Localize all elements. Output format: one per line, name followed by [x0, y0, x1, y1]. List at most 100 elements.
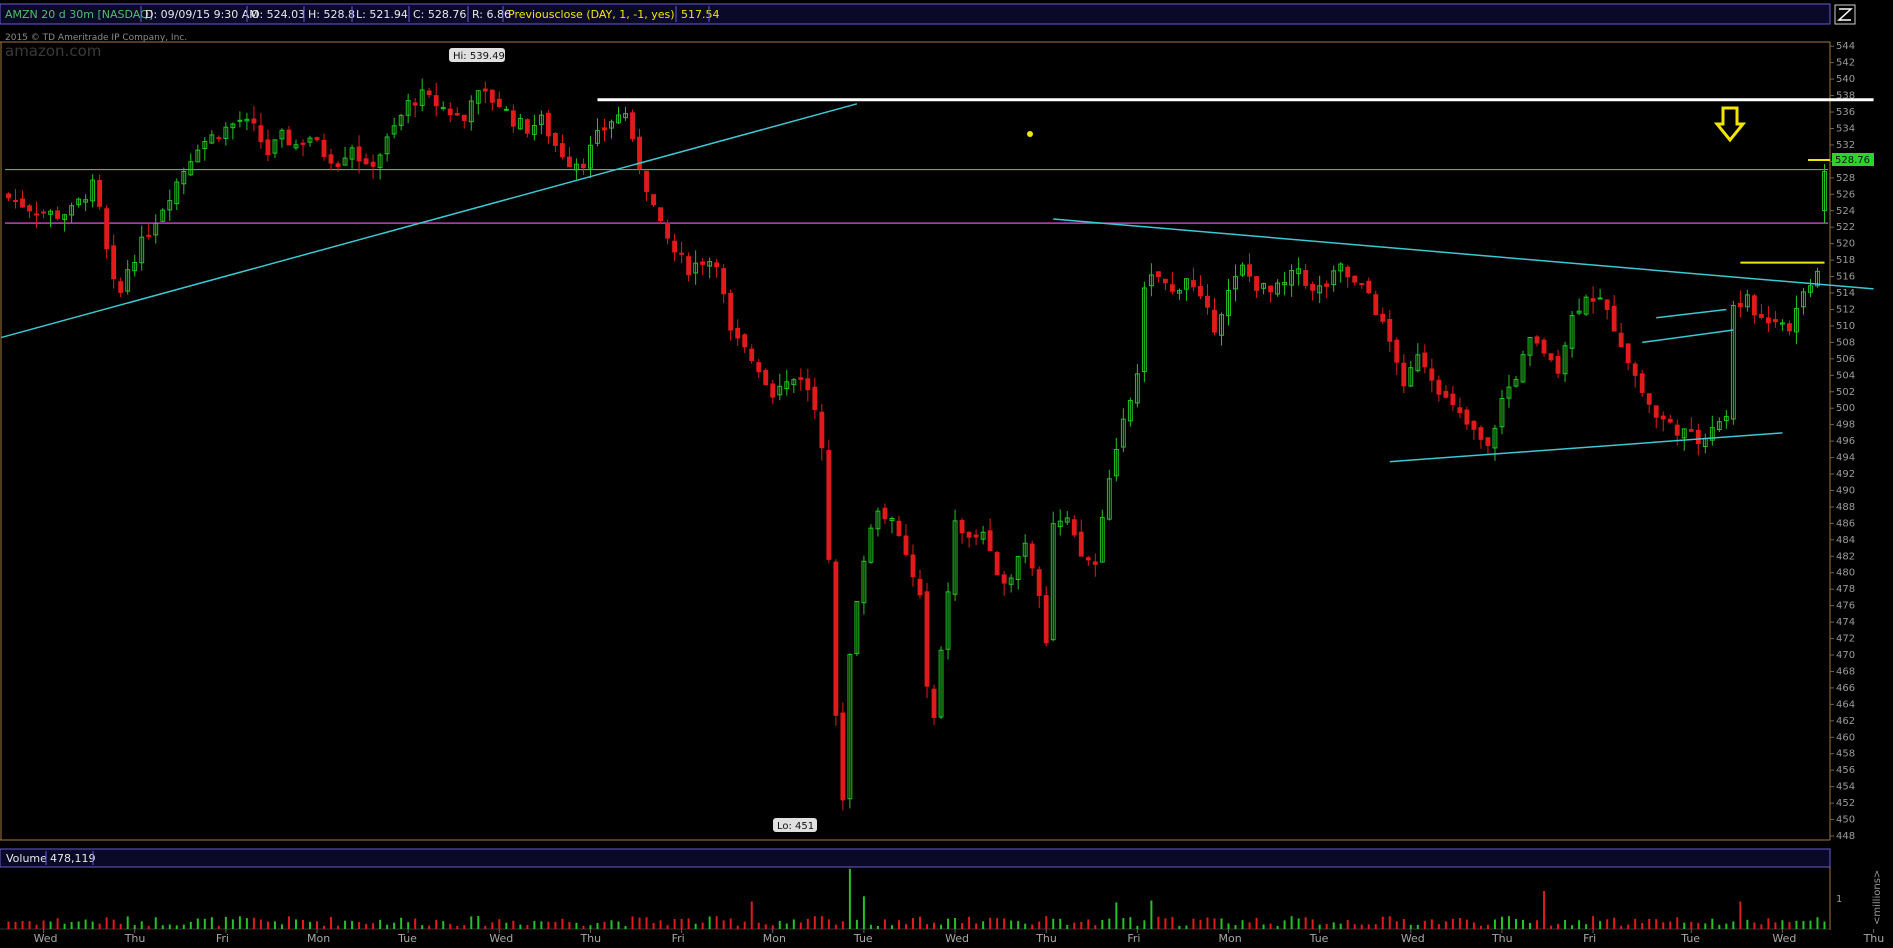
y-tick-label: 472 — [1836, 634, 1855, 645]
candle-body — [1541, 339, 1547, 354]
candle-body — [454, 112, 460, 116]
candle-up — [1794, 295, 1799, 345]
candle-up — [1113, 437, 1119, 482]
candle-body — [146, 234, 152, 237]
candle-up — [181, 167, 187, 195]
candle-body — [286, 129, 292, 146]
candle-down — [1169, 272, 1175, 295]
candle-body — [1345, 266, 1351, 278]
header-study-label[interactable]: Previousclose (DAY, 1, -1, yes) — [508, 8, 675, 21]
volume-axis-unit: <millions> — [1872, 870, 1883, 925]
descending-trendline — [1053, 218, 1874, 290]
x-tick-label: Fri — [672, 932, 685, 945]
candle-down — [1359, 283, 1365, 289]
candle-down — [1029, 540, 1035, 577]
candle-body — [1169, 284, 1175, 292]
candle-up — [398, 113, 404, 131]
candle-down — [426, 87, 432, 98]
candle-body — [903, 535, 909, 555]
candle-up — [475, 90, 481, 115]
candle-up — [1513, 375, 1519, 388]
candle-body — [1548, 353, 1554, 361]
candle-up — [1822, 163, 1827, 224]
candle-down — [300, 139, 306, 157]
stock-chart: AMZN 20 d 30m [NASDAQ] D: 09/09/15 9:30 … — [0, 3, 1884, 945]
candle-down — [1450, 386, 1456, 411]
candle-body — [1751, 295, 1757, 316]
candle-up — [1723, 409, 1729, 429]
candle-up — [1744, 289, 1750, 312]
candle-body — [1092, 561, 1098, 565]
candle-down — [903, 523, 909, 557]
y-tick-label: 478 — [1836, 584, 1855, 595]
candle-body — [251, 118, 257, 124]
candle-down — [1401, 354, 1407, 394]
candle-up — [307, 135, 313, 147]
candle-body — [1443, 390, 1449, 398]
candle-body — [55, 210, 61, 219]
candle-body — [545, 112, 551, 137]
y-tick-label: 460 — [1836, 732, 1855, 743]
candle-up — [419, 78, 425, 112]
candle-body — [1646, 393, 1652, 405]
candle-body — [363, 158, 369, 165]
header-symbol[interactable]: AMZN 20 d 30m [NASDAQ] — [5, 8, 153, 21]
candle-down — [216, 135, 222, 143]
x-tick-label: Mon — [1219, 932, 1242, 945]
candle-up — [223, 122, 229, 146]
candle-down — [896, 515, 902, 538]
candle-body — [97, 179, 103, 207]
candle-down — [104, 205, 110, 259]
candle-down — [1085, 555, 1091, 567]
candle-down — [1772, 311, 1778, 328]
x-tick-label: Thu — [124, 932, 146, 945]
candle-down — [510, 104, 516, 134]
candle-down — [637, 128, 642, 175]
candle-down — [959, 518, 965, 544]
candle-up — [1233, 264, 1238, 302]
candle-down — [1464, 406, 1470, 431]
candle-down — [1198, 275, 1203, 300]
price-panel-frame — [0, 41, 1831, 841]
candle-body — [1660, 415, 1666, 420]
candle-body — [721, 268, 727, 295]
candle-up — [1801, 287, 1806, 315]
candle-body — [321, 139, 327, 157]
candle-down — [545, 109, 551, 144]
candle-down — [1590, 286, 1596, 314]
x-tick-label: Mon — [763, 932, 786, 945]
candle-down — [833, 559, 839, 726]
candle-body — [1758, 314, 1764, 318]
y-tick-label: 474 — [1836, 617, 1855, 628]
candle-body — [763, 369, 769, 386]
volume-label[interactable]: Volume — [6, 852, 47, 865]
x-tick-label: Tue — [1680, 932, 1700, 945]
y-tick-label: 534 — [1836, 123, 1855, 134]
y-tick-label: 528 — [1836, 173, 1855, 184]
candle-body — [27, 205, 32, 212]
candle-down — [1387, 310, 1393, 353]
candle-up — [202, 137, 208, 161]
candle-up — [1569, 311, 1575, 358]
y-tick-label: 468 — [1836, 666, 1855, 677]
candle-body — [461, 114, 467, 121]
candle-down — [118, 277, 124, 298]
candle-up — [1008, 574, 1014, 593]
candle-body — [356, 146, 362, 162]
candle-down — [994, 550, 1000, 576]
candle-up — [167, 189, 173, 222]
candle-body — [111, 245, 117, 280]
candle-up — [69, 202, 75, 223]
flag-upper-line — [1656, 308, 1727, 319]
candle-up — [889, 516, 895, 534]
candle-down — [328, 148, 334, 171]
x-tick-label: Tue — [397, 932, 417, 945]
candle-down — [146, 223, 152, 240]
candle-up — [1576, 298, 1582, 316]
candle-body — [1604, 299, 1610, 310]
candle-body — [714, 262, 720, 268]
candle-up — [48, 209, 54, 228]
x-tick-label: Tue — [853, 932, 873, 945]
chart-settings-icon[interactable] — [1834, 4, 1856, 25]
y-tick-label: 450 — [1836, 815, 1855, 826]
